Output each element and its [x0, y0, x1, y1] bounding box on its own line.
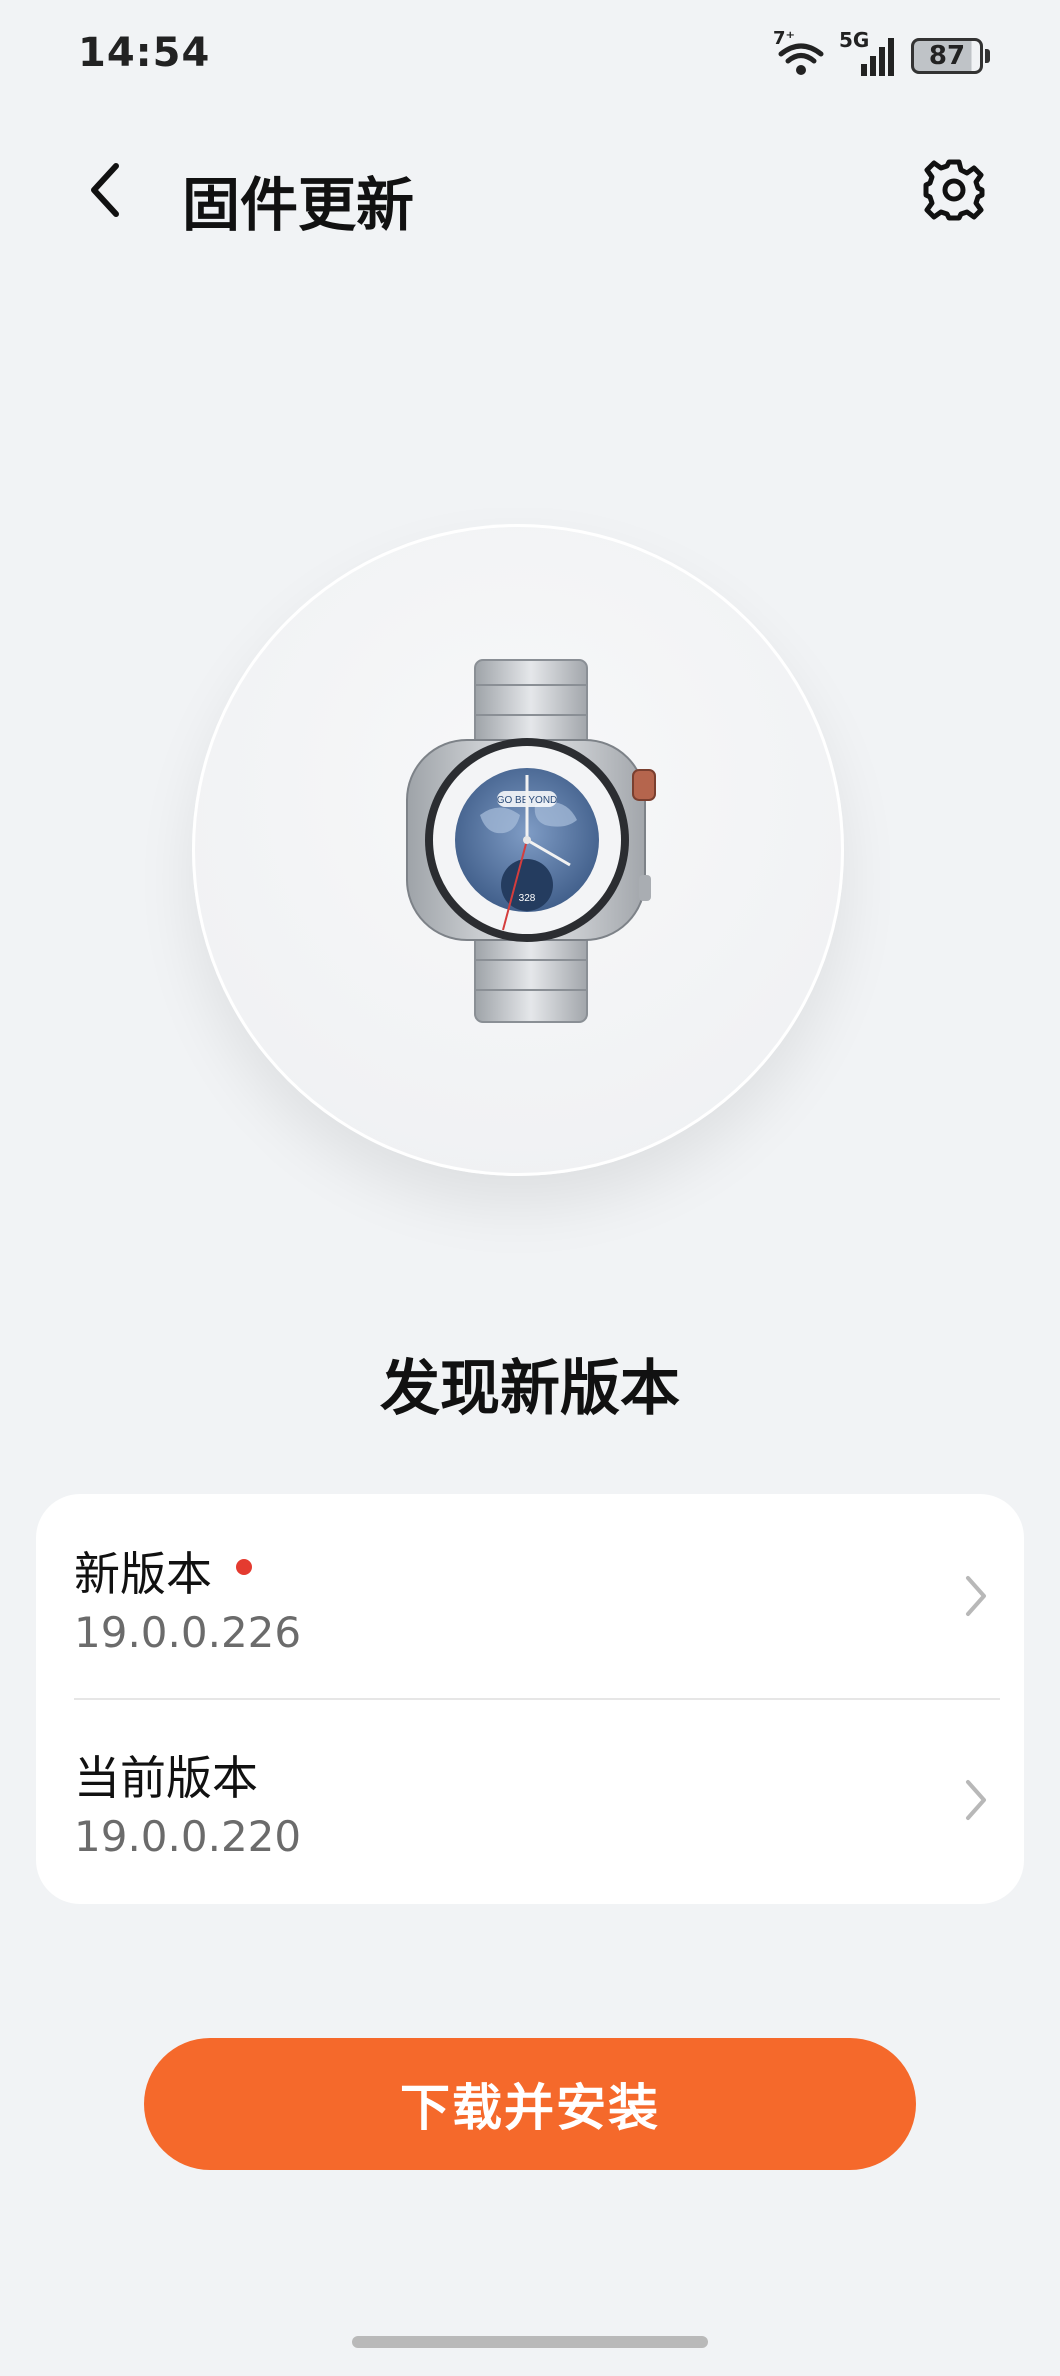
cellular-signal-icon: 5G: [839, 28, 897, 78]
chevron-right-icon: [966, 1780, 986, 1820]
status-bar: 14:54 7⁺ 5G 87: [0, 0, 1060, 110]
status-time: 14:54: [78, 30, 211, 76]
new-badge-dot: [236, 1559, 252, 1575]
home-indicator[interactable]: [352, 2336, 708, 2348]
gear-icon: [923, 159, 985, 221]
wifi-badge: 7⁺: [773, 28, 796, 49]
status-icons: 7⁺ 5G 87: [773, 28, 990, 80]
smartwatch-image: GO BEYOND 328: [406, 659, 656, 1023]
battery-level: 87: [911, 38, 983, 74]
wifi-icon: 7⁺: [773, 28, 825, 78]
chevron-right-icon: [966, 1576, 986, 1616]
watch-face-value: 328: [519, 893, 536, 904]
app-header: 固件更新: [0, 130, 1060, 250]
current-version-row[interactable]: 当前版本 19.0.0.220: [36, 1698, 1024, 1902]
network-type: 5G: [839, 28, 870, 52]
download-install-button[interactable]: 下载并安装: [144, 2038, 916, 2170]
battery-icon: 87: [911, 38, 990, 74]
new-version-label: 新版本: [74, 1547, 212, 1601]
back-button[interactable]: [70, 154, 142, 226]
page-title: 固件更新: [182, 171, 415, 239]
current-version-value: 19.0.0.220: [74, 1812, 302, 1861]
new-version-row[interactable]: 新版本 19.0.0.226: [36, 1494, 1024, 1698]
chevron-left-icon: [91, 163, 119, 217]
version-card: 新版本 19.0.0.226 当前版本 19.0.0.220: [36, 1494, 1024, 1904]
update-found-heading: 发现新版本: [380, 1354, 680, 1424]
current-version-label: 当前版本: [74, 1751, 258, 1805]
settings-button[interactable]: [918, 154, 990, 226]
new-version-value: 19.0.0.226: [74, 1608, 302, 1657]
new-version-label-wrap: 新版本: [74, 1538, 252, 1604]
